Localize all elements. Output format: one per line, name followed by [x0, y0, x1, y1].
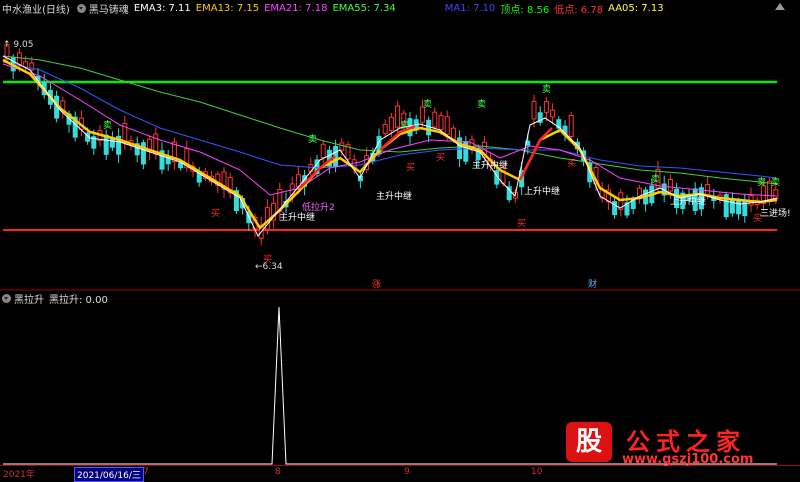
candle-body: [450, 127, 456, 140]
sub-indicator-name[interactable]: 黑拉升: [14, 291, 44, 306]
sell-signal: 卖: [477, 100, 487, 110]
watermark-brand-icon: 股: [566, 422, 612, 462]
watermark: 股 公式之家 www.gszj100.com: [560, 418, 780, 470]
sell-signal: 卖: [400, 121, 410, 131]
candle-body: [568, 115, 574, 137]
candle-body: [531, 100, 537, 120]
candle-body: [438, 114, 444, 131]
month-7-label: 7: [143, 467, 149, 477]
settings-circle-icon[interactable]: [2, 293, 11, 303]
candle-body: [444, 116, 450, 135]
high-price-label: ↑ 9.05: [3, 40, 34, 50]
candlestick-series: [4, 41, 779, 246]
rise-relay-label: 上升中继: [524, 187, 561, 197]
watermark-url: www.gszj100.com: [622, 452, 754, 467]
candle-body: [729, 198, 735, 214]
year-label: 2021年: [3, 470, 35, 480]
candle-body: [432, 111, 438, 128]
candle-body: [103, 134, 109, 155]
candle-body: [388, 116, 394, 131]
sell-signal: 卖: [542, 85, 552, 95]
low-pull-label: 低拉升2: [302, 203, 335, 213]
month-8-label: 8: [275, 467, 281, 477]
candle-body: [550, 109, 556, 118]
sell-signal: 卖: [651, 175, 661, 185]
sub-indicator-value: 黑拉升: 0.00: [49, 294, 108, 306]
candle-body: [339, 142, 345, 151]
buy-signal: 买: [263, 255, 273, 265]
buy-signal: 买: [567, 159, 577, 169]
buy-signal: 买: [517, 219, 527, 229]
candle-body: [16, 52, 22, 65]
sell-signal: 卖: [423, 100, 433, 110]
candle-body: [109, 138, 115, 148]
month-9-label: 9: [404, 467, 410, 477]
main-rise-relay-label: 主升中继: [472, 161, 509, 171]
candle-body: [395, 105, 401, 128]
candle-body: [382, 123, 388, 134]
candle-body: [667, 179, 673, 192]
candle-body: [773, 189, 779, 200]
buy-signal: 买: [436, 153, 446, 163]
month-10-label: 10: [531, 467, 543, 477]
candle-body: [140, 142, 146, 165]
sell-signal: 卖: [308, 135, 318, 145]
enter-label: 三进场!: [760, 209, 791, 219]
fin-marker: 财: [588, 280, 598, 290]
sell-signal: 卖: [757, 178, 767, 188]
candle-body: [320, 143, 326, 159]
current-date-label[interactable]: 2021/06/16/三: [74, 467, 144, 482]
rise-relay-label: 上升中继: [670, 197, 707, 207]
sell-signal: 卖: [103, 121, 113, 131]
sell-signal: 卖: [771, 178, 781, 188]
chart-canvas: [0, 41, 800, 465]
candle-body: [426, 119, 432, 136]
candle-body: [543, 101, 549, 113]
sub-indicator-header: 黑拉升 黑拉升: 0.00: [0, 291, 800, 306]
rise-marker: 涨: [372, 280, 382, 290]
main-rise-relay-label: 主升中继: [376, 192, 413, 202]
buy-signal: 买: [211, 209, 221, 219]
buy-signal: 买: [406, 163, 416, 173]
